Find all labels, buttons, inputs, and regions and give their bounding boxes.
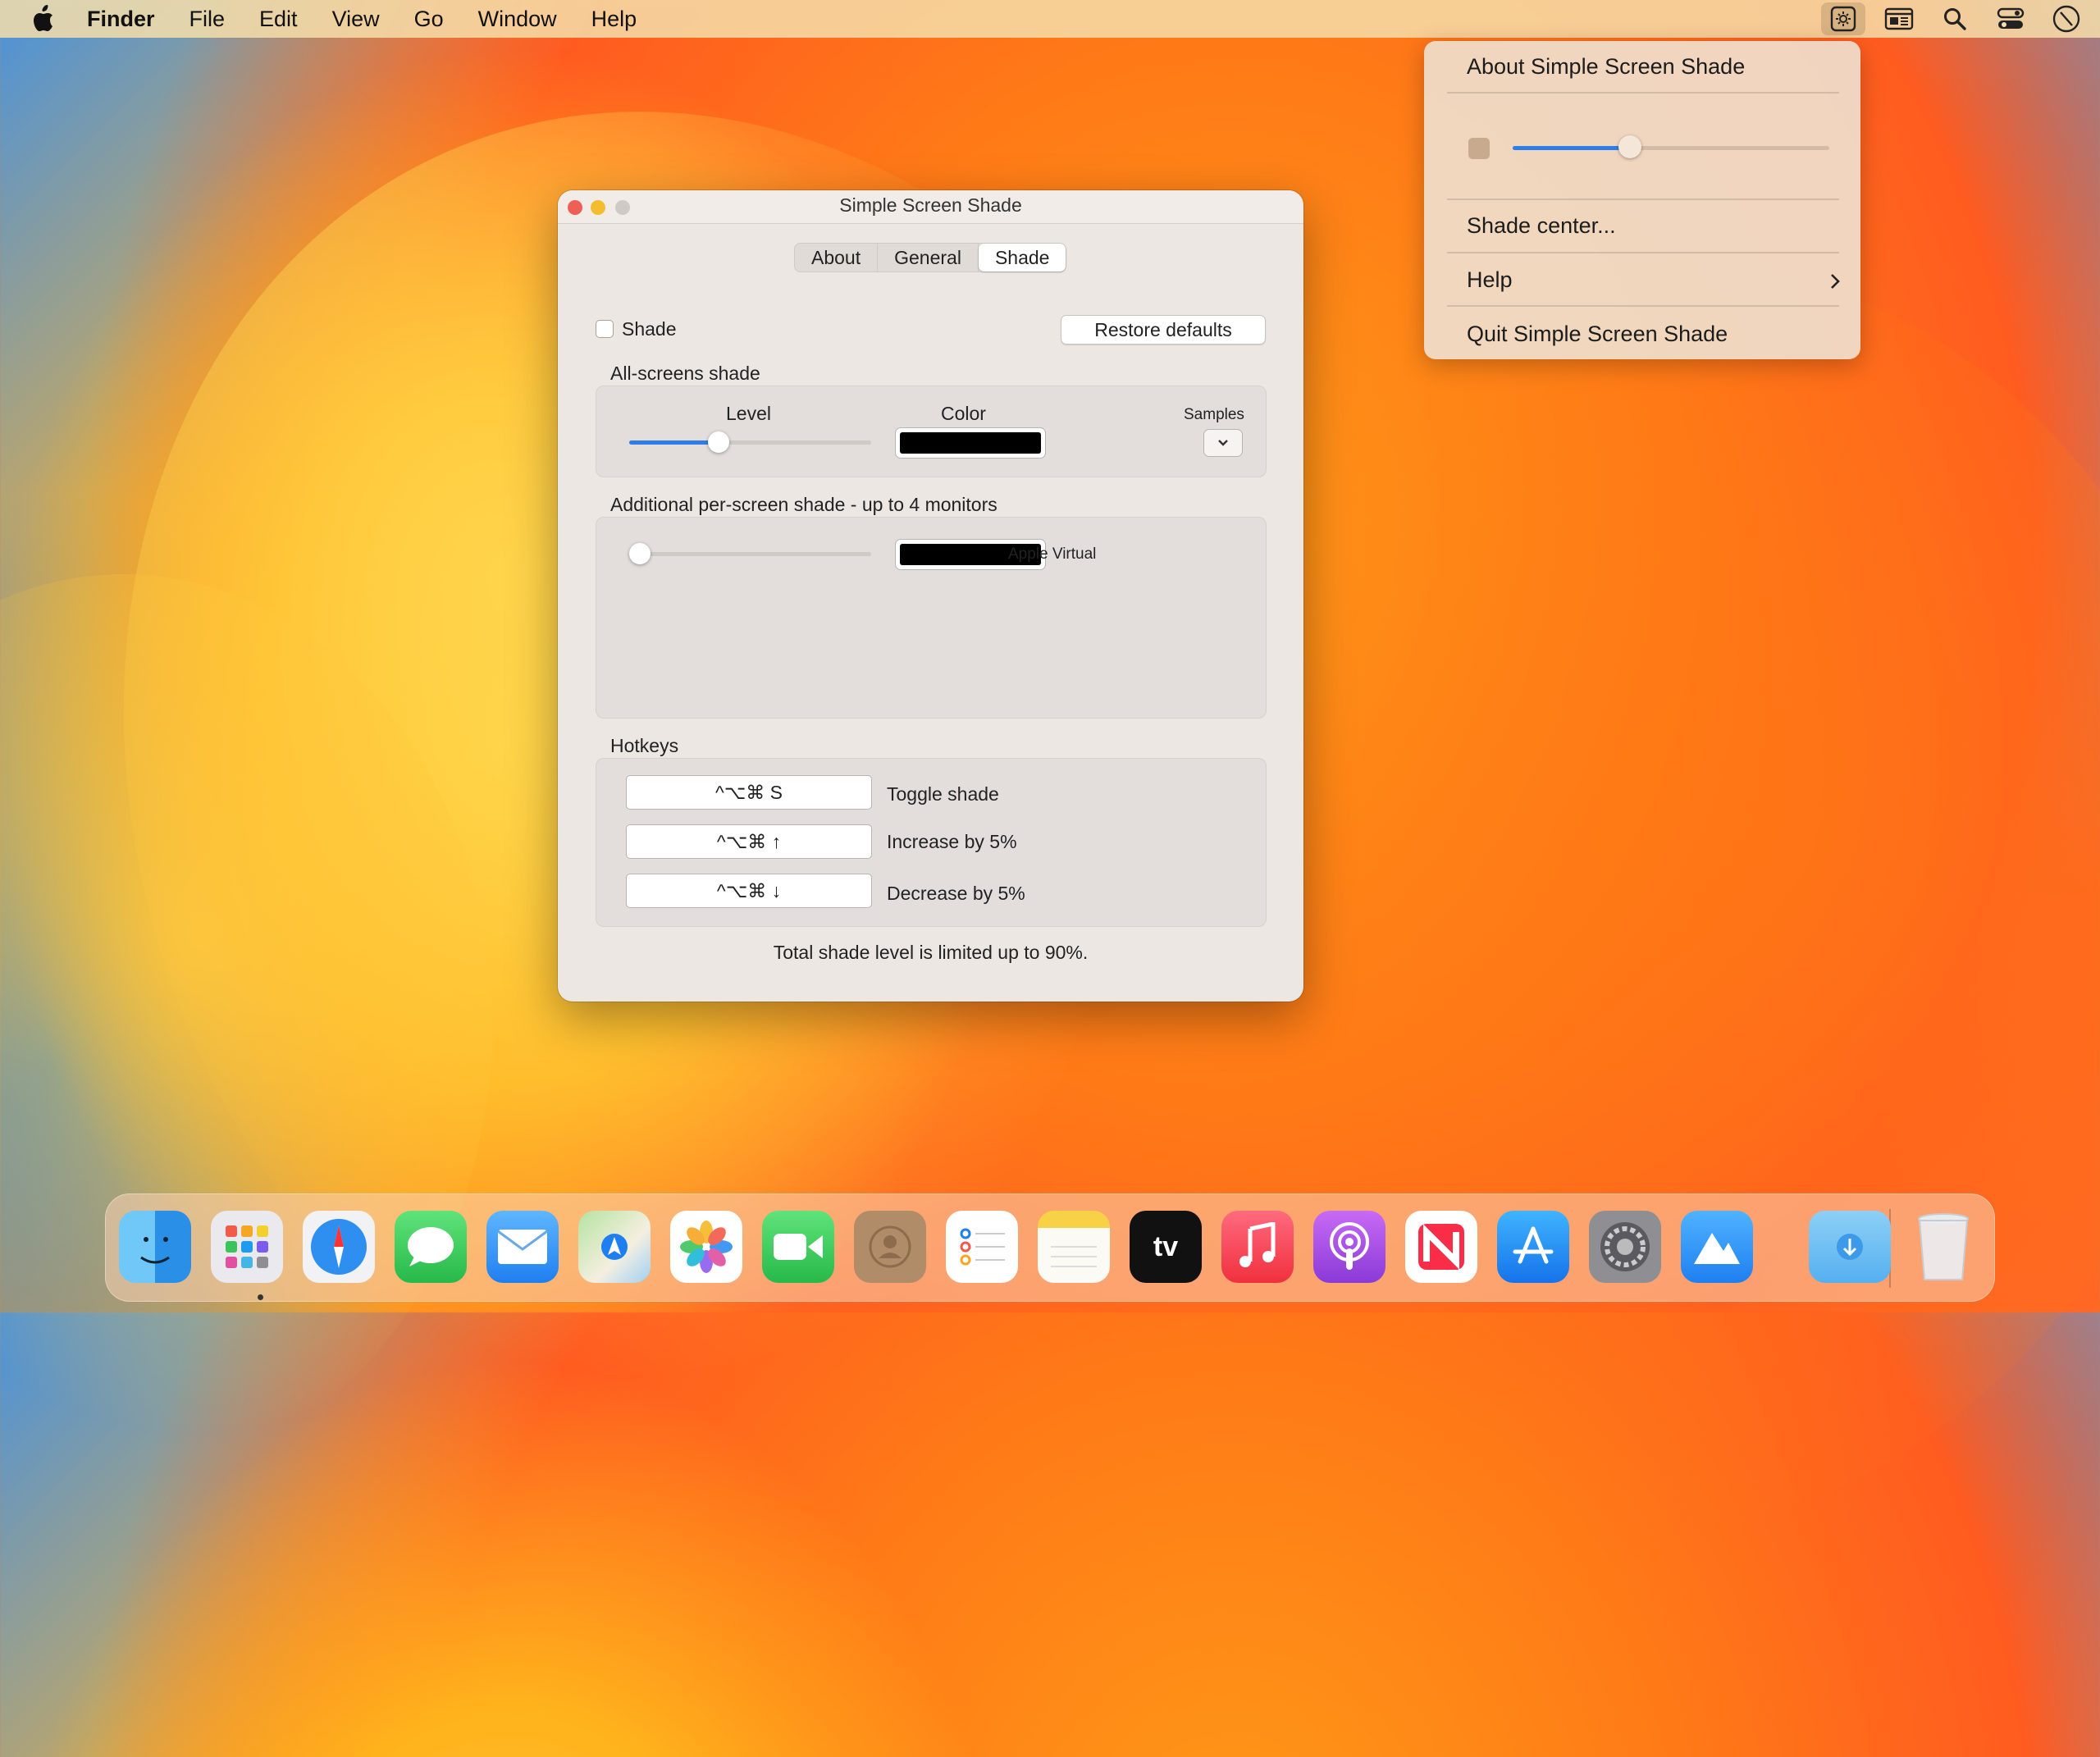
tab-bar: About General Shade xyxy=(794,243,1067,272)
contacts-icon[interactable] xyxy=(854,1211,926,1283)
monterey-installer-icon[interactable] xyxy=(1681,1211,1753,1283)
finder-icon[interactable] xyxy=(119,1211,191,1283)
tab-shade[interactable]: Shade xyxy=(978,244,1066,272)
status-area xyxy=(1821,0,2100,38)
hotkeys-heading: Hotkeys xyxy=(610,735,679,756)
chevron-down-icon xyxy=(1218,440,1228,446)
shade-checkbox-label: Shade xyxy=(622,318,677,340)
system-settings-icon[interactable] xyxy=(1589,1211,1661,1283)
menu-level-slider[interactable] xyxy=(1513,135,1829,158)
submenu-chevron-icon xyxy=(1829,269,1841,297)
hotkey-decrease-field[interactable]: ^⌥⌘ ↓ xyxy=(626,874,872,908)
news-icon[interactable] xyxy=(1405,1211,1477,1283)
menu-shade-checkbox[interactable] xyxy=(1468,138,1490,159)
samples-popup-button[interactable] xyxy=(1203,429,1243,457)
menu-help[interactable]: Help xyxy=(591,7,637,32)
menu-view[interactable]: View xyxy=(332,7,380,32)
restore-defaults-button[interactable]: Restore defaults xyxy=(1061,315,1266,345)
status-menu-dropdown: About Simple Screen Shade Shade center..… xyxy=(1424,41,1860,359)
notes-icon[interactable] xyxy=(1038,1211,1110,1283)
running-indicator xyxy=(258,1294,263,1300)
menu-slider-knob[interactable] xyxy=(1618,135,1641,158)
hotkey-toggle-field[interactable]: ^⌥⌘ S xyxy=(626,775,872,810)
tv-label: tv xyxy=(1153,1230,1179,1262)
tab-about[interactable]: About xyxy=(795,244,879,272)
control-center-icon[interactable] xyxy=(1988,2,2033,35)
menu-finder[interactable]: Finder xyxy=(87,7,155,32)
level-slider[interactable] xyxy=(629,431,871,453)
hotkeys-group: ^⌥⌘ S Toggle shade ^⌥⌘ ↑ Increase by 5% … xyxy=(596,758,1267,927)
menu-item-quit[interactable]: Quit Simple Screen Shade xyxy=(1467,322,1728,347)
messages-icon[interactable] xyxy=(395,1211,467,1283)
maps-icon[interactable] xyxy=(578,1211,651,1283)
screen-shade-icon[interactable] xyxy=(1821,2,1865,35)
menu-item-about[interactable]: About Simple Screen Shade xyxy=(1467,54,1745,80)
all-screens-group: Level Color Samples xyxy=(596,386,1267,477)
downloads-folder-icon[interactable] xyxy=(1809,1211,1891,1283)
safari-icon[interactable] xyxy=(303,1211,375,1283)
level-slider-knob[interactable] xyxy=(708,431,730,453)
all-screens-heading: All-screens shade xyxy=(610,363,760,384)
apple-menu-icon[interactable] xyxy=(28,2,57,35)
menu-item-shade-center[interactable]: Shade center... xyxy=(1467,213,1616,239)
menu-slider-fill xyxy=(1513,146,1630,150)
tv-icon[interactable]: tv xyxy=(1130,1211,1202,1283)
menu-separator xyxy=(1447,199,1839,200)
menu-window[interactable]: Window xyxy=(478,7,557,32)
samples-label: Samples xyxy=(1184,406,1244,423)
hotkey-increase-field[interactable]: ^⌥⌘ ↑ xyxy=(626,824,872,859)
mail-icon[interactable] xyxy=(486,1211,559,1283)
menu-go[interactable]: Go xyxy=(414,7,444,32)
hotkey-increase-label: Increase by 5% xyxy=(887,831,1017,852)
all-screens-color-well[interactable] xyxy=(895,427,1046,459)
hotkey-toggle-label: Toggle shade xyxy=(887,783,999,805)
preferences-window: Simple Screen Shade About General Shade … xyxy=(558,190,1303,1002)
menu-item-help[interactable]: Help xyxy=(1467,267,1513,293)
per-screen-heading: Additional per-screen shade - up to 4 mo… xyxy=(610,494,998,515)
trash-icon[interactable] xyxy=(1907,1211,1979,1283)
menu-edit[interactable]: Edit xyxy=(259,7,298,32)
clock-icon[interactable] xyxy=(2044,2,2089,35)
keyboard-display-icon[interactable] xyxy=(1877,2,1921,35)
per-screen-slider-knob[interactable] xyxy=(629,543,651,564)
level-label: Level xyxy=(726,403,771,424)
menu-file[interactable]: File xyxy=(189,7,226,32)
hotkey-decrease-label: Decrease by 5% xyxy=(887,883,1025,904)
level-slider-fill xyxy=(629,440,719,445)
launchpad-icon[interactable] xyxy=(211,1211,283,1283)
menu-separator xyxy=(1447,305,1839,307)
reminders-icon[interactable] xyxy=(946,1211,1018,1283)
dock: tv xyxy=(105,1193,1995,1302)
shade-checkbox[interactable] xyxy=(596,320,614,338)
per-screen-group: Apple Virtual xyxy=(596,517,1267,719)
tab-general[interactable]: General xyxy=(878,244,979,272)
facetime-icon[interactable] xyxy=(762,1211,834,1283)
menu-separator xyxy=(1447,252,1839,253)
music-icon[interactable] xyxy=(1221,1211,1294,1283)
app-store-icon[interactable] xyxy=(1497,1211,1569,1283)
search-icon[interactable] xyxy=(1933,2,1977,35)
footer-note: Total shade level is limited up to 90%. xyxy=(773,942,1089,963)
monitor-name: Apple Virtual xyxy=(1008,545,1097,563)
menu-separator xyxy=(1447,92,1839,94)
color-label: Color xyxy=(941,403,986,424)
color-swatch xyxy=(900,432,1041,454)
photos-icon[interactable] xyxy=(670,1211,742,1283)
per-screen-level-slider[interactable] xyxy=(629,543,871,564)
podcasts-icon[interactable] xyxy=(1313,1211,1386,1283)
menu-bar: Finder File Edit View Go Window Help xyxy=(0,0,2100,38)
